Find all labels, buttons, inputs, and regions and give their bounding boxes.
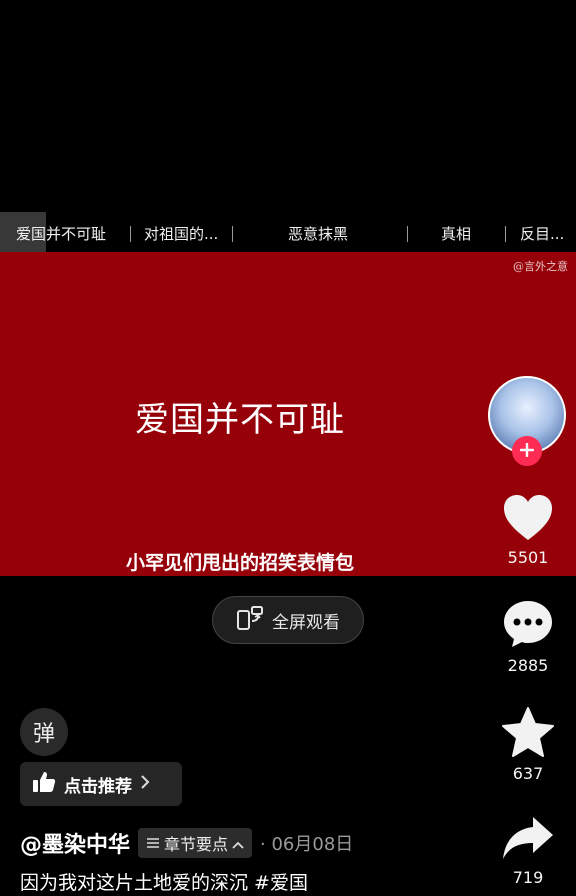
chapter-divider — [232, 226, 233, 242]
video-title-text: 爱国并不可耻 — [135, 400, 345, 440]
video-watermark: @言外之意 — [513, 260, 568, 273]
chapter-divider — [407, 226, 408, 242]
chapters-tag-button[interactable]: 章节要点 — [138, 828, 253, 858]
plus-icon — [519, 442, 535, 461]
chevron-right-icon — [140, 774, 150, 794]
like-count: 5501 — [507, 548, 549, 567]
star-icon — [501, 706, 555, 762]
fullscreen-button[interactable]: 全屏观看 — [212, 596, 364, 644]
chevron-up-icon — [232, 834, 244, 853]
comment-count: 2885 — [507, 656, 549, 675]
comment-bubble-icon — [502, 599, 554, 653]
heart-icon — [502, 494, 554, 546]
chapter-divider — [505, 226, 506, 242]
post-date: · 06月08日 — [260, 834, 354, 855]
video-subtitle-text: 小罕见们甩出的招笑表情包 — [125, 552, 354, 574]
follow-button[interactable] — [512, 436, 542, 466]
favorite-button[interactable] — [500, 706, 556, 762]
chapter-item-4[interactable]: 真相 — [441, 212, 471, 252]
fullscreen-label: 全屏观看 — [272, 612, 340, 633]
recommend-button[interactable]: 点击推荐 — [20, 762, 182, 806]
chapter-bar: 爱国并不可耻 对祖国的... 恶意抹黑 真相 反目... — [0, 212, 576, 252]
post-caption: 因为我对这片土地爱的深沉 #爱国 — [20, 872, 308, 894]
author-name[interactable]: @墨染中华 — [20, 827, 130, 859]
chapters-tag-label: 章节要点 — [164, 835, 229, 854]
chapter-item-5[interactable]: 反目... — [520, 212, 564, 252]
danmaku-label: 弹 — [32, 722, 55, 747]
share-count: 719 — [512, 868, 544, 887]
share-arrow-icon — [501, 815, 555, 865]
like-button[interactable] — [500, 492, 556, 548]
chapter-item-2[interactable]: 对祖国的... — [144, 212, 218, 252]
rotate-phone-icon — [236, 605, 264, 635]
danmaku-toggle-button[interactable]: 弹 — [20, 708, 68, 756]
thumbs-up-icon — [32, 771, 56, 797]
post-meta-row: @墨染中华 章节要点 · 06月08日 — [20, 826, 353, 860]
favorite-count: 637 — [512, 764, 544, 783]
chapter-item-1[interactable]: 爱国并不可耻 — [16, 212, 106, 252]
chapter-divider — [130, 226, 131, 242]
recommend-label: 点击推荐 — [64, 776, 132, 797]
chapter-item-3[interactable]: 恶意抹黑 — [288, 212, 348, 252]
list-icon — [146, 834, 160, 853]
comment-button[interactable] — [500, 598, 556, 654]
share-button[interactable] — [500, 812, 556, 868]
